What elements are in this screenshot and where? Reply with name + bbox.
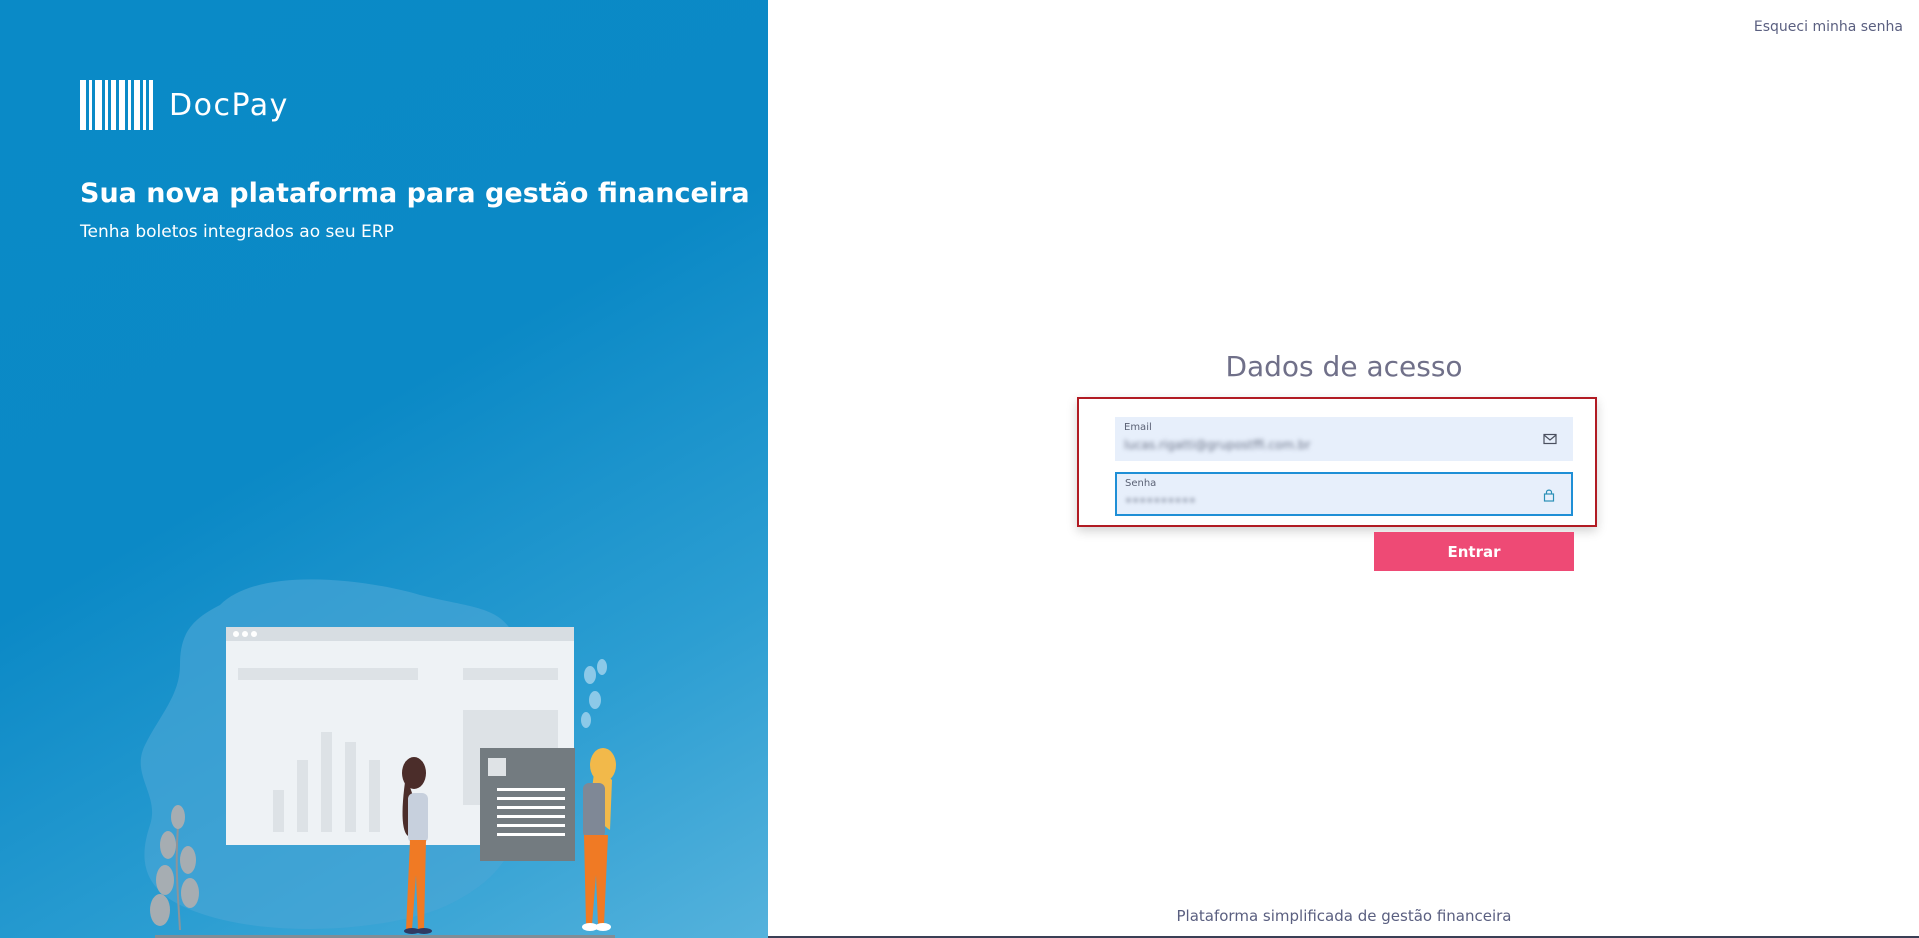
- brand-logo: DocPay: [80, 80, 289, 130]
- brand-panel: DocPay Sua nova plataforma para gestão f…: [0, 0, 768, 938]
- password-label: Senha: [1125, 478, 1157, 489]
- envelope-icon: [1543, 433, 1557, 445]
- dashboard-illustration: [140, 579, 616, 934]
- email-label: Email: [1124, 422, 1152, 433]
- password-input[interactable]: [1125, 491, 1525, 511]
- brand-name: DocPay: [169, 87, 289, 123]
- forgot-password-link[interactable]: Esqueci minha senha: [1754, 19, 1903, 35]
- barcode-logo-icon: [80, 80, 156, 130]
- login-title: Dados de acesso: [1225, 350, 1463, 383]
- login-form: Email Senha: [1077, 397, 1597, 527]
- footer-text: Plataforma simplificada de gestão financ…: [1176, 907, 1512, 925]
- login-page: DocPay Sua nova plataforma para gestão f…: [0, 0, 1919, 938]
- hero-subline: Tenha boletos integrados ao seu ERP: [80, 222, 394, 242]
- login-button[interactable]: Entrar: [1374, 532, 1574, 571]
- lock-icon: [1543, 489, 1555, 502]
- hero-headline: Sua nova plataforma para gestão financei…: [80, 178, 750, 209]
- email-input[interactable]: [1124, 435, 1524, 455]
- password-field[interactable]: Senha: [1115, 472, 1573, 516]
- email-field[interactable]: Email: [1115, 417, 1573, 461]
